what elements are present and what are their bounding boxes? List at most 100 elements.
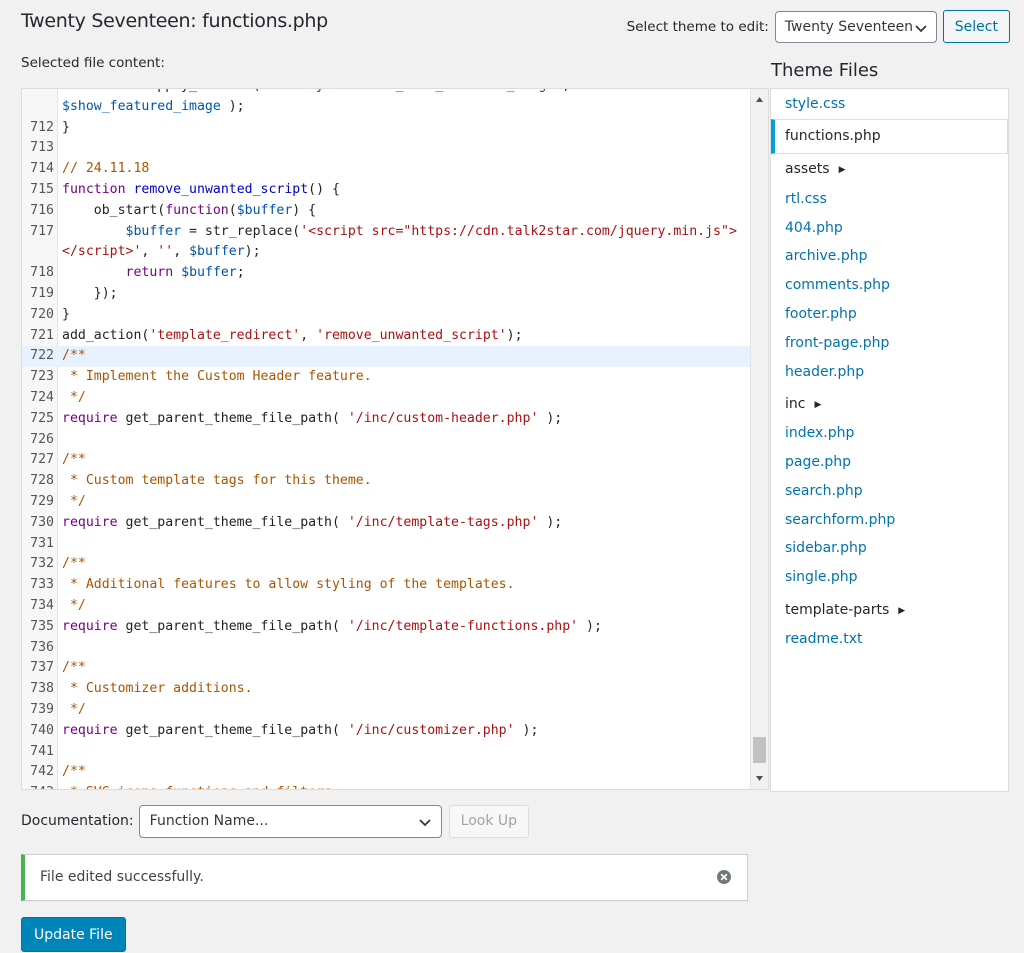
code-line[interactable]: 742 /** bbox=[22, 762, 750, 783]
folder-item[interactable]: assets ▶ bbox=[771, 159, 1008, 180]
code-line[interactable]: 722 /** bbox=[22, 346, 750, 368]
file-item[interactable]: front-page.php bbox=[771, 333, 1008, 353]
code-line[interactable]: 712} bbox=[22, 118, 750, 139]
code-text: }); bbox=[62, 285, 118, 301]
file-item[interactable]: index.php bbox=[771, 423, 1008, 443]
function-name-value: Function Name... bbox=[149, 813, 269, 829]
line-number: 711 bbox=[22, 89, 54, 97]
line-number: 735 bbox=[30, 618, 54, 634]
code-line[interactable]: 729 */ bbox=[22, 492, 750, 513]
theme-select-value: Twenty Seventeen bbox=[784, 18, 914, 35]
code-text: * Custom template tags for this theme. bbox=[62, 473, 372, 489]
line-number: 728 bbox=[30, 473, 54, 489]
file-item-label: inc bbox=[785, 396, 806, 412]
file-item[interactable]: functions.php bbox=[771, 119, 1008, 154]
code-line[interactable]: 715 function remove_unwanted_script() { bbox=[22, 180, 750, 201]
code-line[interactable]: 743 * SVG icons functions and filters. bbox=[22, 783, 750, 789]
line-number: 719 bbox=[30, 285, 54, 301]
code-line[interactable]: 717 $buffer = str_replace('<script src="… bbox=[22, 222, 750, 243]
line-number: 722 bbox=[30, 348, 54, 364]
code-text: add_action('template_redirect', 'remove_… bbox=[62, 327, 523, 343]
select-theme-button[interactable]: Select bbox=[942, 10, 1010, 43]
code-text: require get_parent_theme_file_path( '/in… bbox=[62, 514, 563, 530]
code-text: /** bbox=[62, 452, 86, 468]
code-line[interactable]: 731 bbox=[22, 534, 750, 555]
code-line[interactable]: 739 */ bbox=[22, 700, 750, 721]
file-item[interactable]: page.php bbox=[771, 452, 1008, 472]
folder-item[interactable]: template-parts ▶ bbox=[771, 600, 1008, 621]
code-text: $show_featured_image ); bbox=[62, 98, 245, 114]
code-line[interactable]: $show_featured_image ); bbox=[22, 97, 750, 118]
editor-scrollbar[interactable] bbox=[750, 89, 768, 789]
file-item[interactable]: search.php bbox=[771, 481, 1008, 501]
code-text: require get_parent_theme_file_path( '/in… bbox=[62, 618, 602, 634]
function-name-dropdown[interactable]: Function Name... bbox=[138, 804, 442, 838]
code-line[interactable]: 735 require get_parent_theme_file_path( '… bbox=[22, 617, 750, 638]
file-item-label: assets bbox=[785, 161, 830, 177]
code-line[interactable]: 720} bbox=[22, 305, 750, 326]
file-item[interactable]: header.php bbox=[771, 362, 1008, 382]
code-line[interactable]: 711 return apply_filters( 'twentysevente… bbox=[22, 89, 750, 97]
code-line[interactable]: 738 * Customizer additions. bbox=[22, 679, 750, 700]
theme-select-row: Select theme to edit: Twenty Seventeen S… bbox=[627, 10, 1010, 43]
code-line[interactable]: 723 * Implement the Custom Header featur… bbox=[22, 367, 750, 388]
code-line[interactable]: 740 require get_parent_theme_file_path( '… bbox=[22, 721, 750, 742]
scroll-thumb[interactable] bbox=[753, 737, 766, 763]
line-number: 717 bbox=[30, 223, 54, 239]
file-item-label: readme.txt bbox=[785, 631, 863, 647]
code-text: require get_parent_theme_file_path( '/in… bbox=[62, 722, 539, 738]
code-text: /** bbox=[62, 556, 86, 572]
code-line[interactable]: 728 * Custom template tags for this them… bbox=[22, 471, 750, 492]
code-line[interactable]: 721 add_action('template_redirect', 'remo… bbox=[22, 326, 750, 347]
code-area[interactable]: 711 return apply_filters( 'twentysevente… bbox=[22, 89, 750, 789]
file-item[interactable]: comments.php bbox=[771, 275, 1008, 295]
file-item[interactable]: style.css bbox=[771, 94, 1008, 114]
file-item[interactable]: archive.php bbox=[771, 246, 1008, 266]
dismiss-icon[interactable] bbox=[716, 869, 732, 885]
code-text: */ bbox=[62, 389, 86, 405]
code-editor[interactable]: 711 return apply_filters( 'twentysevente… bbox=[21, 88, 769, 790]
code-text: $buffer = str_replace('<script src="http… bbox=[125, 223, 737, 239]
code-line[interactable]: 719 }); bbox=[22, 284, 750, 305]
code-line[interactable]: 724 */ bbox=[22, 388, 750, 409]
code-line[interactable]: 737 /** bbox=[22, 658, 750, 679]
code-line[interactable]: 716 ob_start(function($buffer) { bbox=[22, 201, 750, 222]
code-line[interactable]: 713 bbox=[22, 138, 750, 159]
code-text: require get_parent_theme_file_path( '/in… bbox=[62, 410, 563, 426]
code-line[interactable]: 741 bbox=[22, 742, 750, 763]
file-item-label: single.php bbox=[785, 569, 858, 585]
line-number: 716 bbox=[30, 202, 54, 218]
line-number: 732 bbox=[30, 556, 54, 572]
file-item[interactable]: readme.txt bbox=[771, 629, 1008, 649]
scroll-down-arrow-icon[interactable] bbox=[755, 774, 764, 783]
look-up-button[interactable]: Look Up bbox=[448, 804, 530, 838]
file-item[interactable]: rtl.css bbox=[771, 189, 1008, 209]
code-line[interactable]: 734 */ bbox=[22, 596, 750, 617]
code-line[interactable]: 726 bbox=[22, 430, 750, 451]
code-line[interactable]: 727 /** bbox=[22, 450, 750, 471]
code-line[interactable]: 725 require get_parent_theme_file_path( '… bbox=[22, 409, 750, 430]
line-number: 721 bbox=[30, 327, 54, 343]
theme-select-dropdown[interactable]: Twenty Seventeen bbox=[774, 10, 937, 43]
code-line[interactable]: 732 /** bbox=[22, 554, 750, 575]
success-notice: File edited successfully. bbox=[21, 854, 748, 901]
chevron-down-icon bbox=[915, 24, 927, 32]
code-text: * Additional features to allow styling o… bbox=[62, 577, 515, 593]
folder-item[interactable]: inc ▶ bbox=[771, 394, 1008, 415]
code-line[interactable]: 736 bbox=[22, 638, 750, 659]
code-line[interactable]: 730 require get_parent_theme_file_path( '… bbox=[22, 513, 750, 534]
file-item[interactable]: 404.php bbox=[771, 218, 1008, 238]
code-text: */ bbox=[62, 493, 86, 509]
scroll-up-arrow-icon[interactable] bbox=[755, 95, 764, 104]
code-line[interactable]: 718 return $buffer; bbox=[22, 263, 750, 284]
file-item[interactable]: searchform.php bbox=[771, 510, 1008, 530]
file-item[interactable]: single.php bbox=[771, 567, 1008, 587]
code-line[interactable]: 733 * Additional features to allow styli… bbox=[22, 575, 750, 596]
file-item-label: style.css bbox=[785, 96, 846, 112]
file-item-label: functions.php bbox=[785, 128, 881, 144]
file-item[interactable]: footer.php bbox=[771, 304, 1008, 324]
code-line[interactable]: </script>', '', $buffer); bbox=[22, 242, 750, 263]
file-item[interactable]: sidebar.php bbox=[771, 538, 1008, 558]
code-line[interactable]: 714 // 24.11.18 bbox=[22, 159, 750, 180]
update-file-button[interactable]: Update File bbox=[21, 917, 126, 952]
